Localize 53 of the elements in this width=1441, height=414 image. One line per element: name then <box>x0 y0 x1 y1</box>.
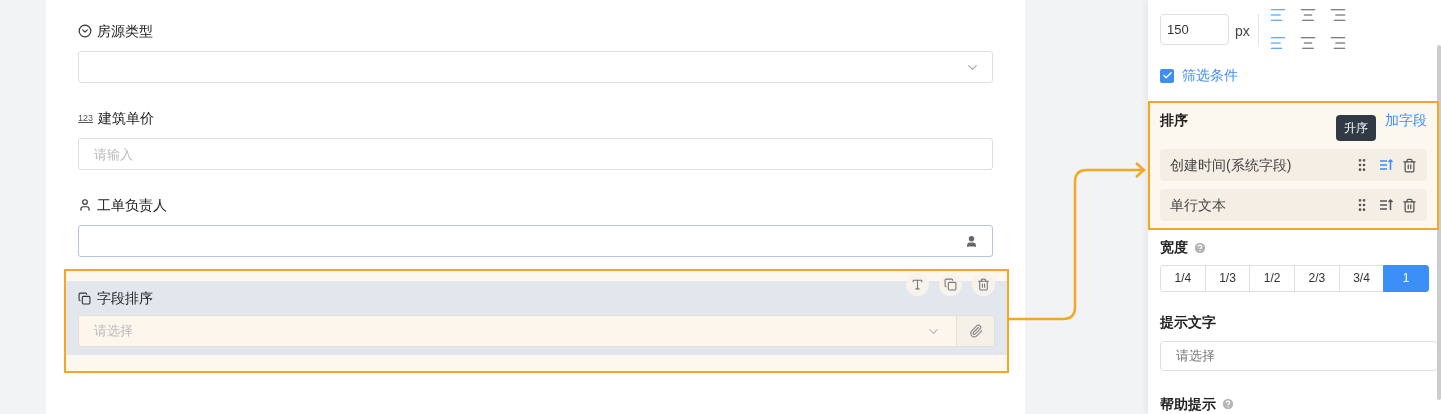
selected-field-frame[interactable]: 字段排序 请选择 <box>64 269 1009 373</box>
input-field[interactable]: 请输入 <box>78 138 993 170</box>
person-icon <box>965 234 978 248</box>
section-title: 帮助提示 <box>1160 394 1216 414</box>
align-right-icon[interactable] <box>1328 34 1347 52</box>
copy-icon <box>944 278 957 291</box>
user-icon <box>78 198 92 212</box>
copy-field-icon <box>78 291 91 305</box>
width-option[interactable]: 1/4 <box>1160 264 1206 292</box>
copy-button[interactable] <box>939 273 962 296</box>
sort-row[interactable]: 单行文本 <box>1160 189 1427 221</box>
delete-button[interactable] <box>972 273 995 296</box>
section-title: 提示文字 <box>1159 312 1217 332</box>
align-right-icon[interactable] <box>1328 6 1347 24</box>
select-placeholder: 请选择 <box>94 322 133 341</box>
delete-icon[interactable] <box>1402 197 1417 213</box>
align-left-icon[interactable] <box>1268 6 1287 24</box>
delete-icon[interactable] <box>1402 157 1417 173</box>
field-label: 字段排序 <box>97 288 153 308</box>
width-option[interactable]: 2/3 <box>1294 264 1340 292</box>
number-type-label: 123 <box>78 113 94 123</box>
user-select-field[interactable] <box>78 225 993 257</box>
unit-label: px <box>1235 22 1250 41</box>
help-icon <box>1193 240 1207 255</box>
width-option[interactable]: 3/4 <box>1338 264 1385 292</box>
select-field[interactable] <box>78 51 993 83</box>
sort-field-name: 创建时间(系统字段) <box>1170 155 1292 175</box>
section-title: 宽度 <box>1160 238 1188 258</box>
field-label: 房源类型 <box>97 21 153 41</box>
link-button[interactable] <box>957 315 995 347</box>
sort-ascending-icon[interactable] <box>1378 197 1394 213</box>
checkbox-label: 筛选条件 <box>1182 66 1238 85</box>
align-left-icon[interactable] <box>1268 34 1287 52</box>
field-label: 工单负责人 <box>97 195 167 215</box>
text-icon <box>911 278 924 291</box>
section-title: 排序 <box>1160 110 1188 130</box>
align-center-icon[interactable] <box>1298 6 1317 24</box>
checkbox[interactable] <box>1160 68 1174 83</box>
dropdown-circle-icon <box>78 24 92 38</box>
paperclip-icon <box>968 324 983 338</box>
hint-input[interactable]: 请选择 <box>1160 340 1438 371</box>
width-input[interactable]: 150 <box>1160 14 1229 45</box>
sort-row[interactable]: 创建时间(系统字段) <box>1160 149 1427 181</box>
trash-icon <box>977 278 990 291</box>
text-button[interactable] <box>906 273 929 296</box>
align-center-icon[interactable] <box>1298 34 1317 52</box>
field-label: 建筑单价 <box>98 108 155 128</box>
sort-ascending-icon[interactable] <box>1378 157 1394 173</box>
tooltip: 升序 <box>1336 115 1376 141</box>
sort-field-name: 单行文本 <box>1170 195 1226 215</box>
width-option[interactable]: 1/3 <box>1204 264 1251 292</box>
width-option[interactable]: 1/2 <box>1249 264 1295 292</box>
help-icon <box>1221 397 1235 411</box>
